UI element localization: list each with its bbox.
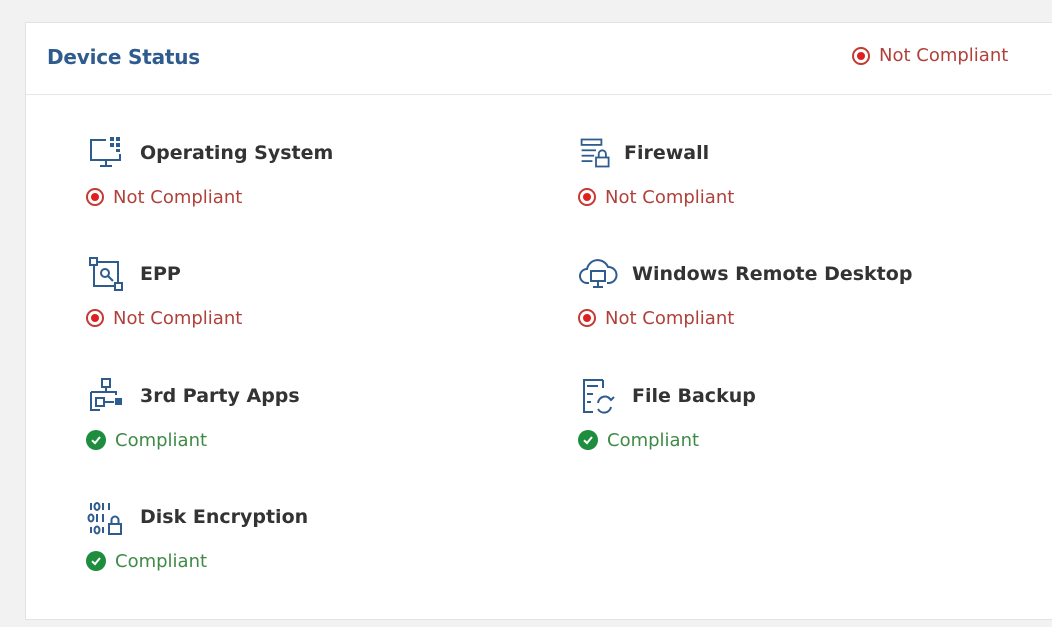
apps-network-icon <box>90 378 122 411</box>
not-compliant-icon <box>86 188 104 206</box>
status-item-firewall: Firewall Not Compliant <box>578 133 734 209</box>
item-status: Compliant <box>86 428 300 452</box>
device-status-card: Device Status Not Compliant Operating Sy… <box>25 22 1052 620</box>
not-compliant-icon <box>578 188 596 206</box>
overall-status-badge: Not Compliant <box>852 45 1008 66</box>
item-label: Operating System <box>140 142 334 164</box>
item-status-text: Not Compliant <box>113 307 243 329</box>
endpoint-protection-icon <box>89 257 123 291</box>
cloud-desktop-icon <box>579 259 618 288</box>
item-status: Not Compliant <box>578 306 912 330</box>
status-item-epp: EPP Not Compliant <box>86 254 242 330</box>
status-item-file-backup: File Backup Compliant <box>578 376 756 452</box>
item-status: Not Compliant <box>86 185 333 209</box>
not-compliant-icon <box>578 309 596 327</box>
card-header: Device Status Not Compliant <box>26 23 1052 95</box>
item-label: Windows Remote Desktop <box>632 263 913 285</box>
item-label: Firewall <box>624 142 710 164</box>
item-status-text: Compliant <box>607 429 700 451</box>
item-status: Not Compliant <box>578 185 734 209</box>
item-status-text: Not Compliant <box>605 307 735 329</box>
item-label: EPP <box>140 263 181 285</box>
compliant-check-icon <box>86 551 106 571</box>
compliant-check-icon <box>86 430 106 450</box>
item-status-text: Not Compliant <box>113 186 243 208</box>
not-compliant-icon <box>852 46 870 65</box>
file-backup-icon <box>583 379 615 414</box>
compliant-check-icon <box>578 430 598 450</box>
item-status-text: Not Compliant <box>605 186 735 208</box>
card-title: Device Status <box>47 45 201 69</box>
binary-lock-icon <box>87 502 122 535</box>
item-status: Compliant <box>86 549 308 573</box>
item-status: Compliant <box>578 428 756 452</box>
firewall-lock-icon <box>580 138 610 168</box>
item-status: Not Compliant <box>86 306 242 330</box>
item-status-text: Compliant <box>115 550 208 572</box>
status-item-3rd-party-apps: 3rd Party Apps Compliant <box>86 376 300 452</box>
monitor-grid-icon <box>90 137 121 167</box>
status-item-windows-remote-desktop: Windows Remote Desktop Not Compliant <box>578 254 912 330</box>
not-compliant-icon <box>86 309 104 327</box>
overall-status-text: Not Compliant <box>879 45 1009 66</box>
item-label: 3rd Party Apps <box>140 385 300 407</box>
status-item-operating-system: Operating System Not Compliant <box>86 133 333 209</box>
item-status-text: Compliant <box>115 429 208 451</box>
item-label: File Backup <box>632 385 756 407</box>
status-item-disk-encryption: Disk Encryption Compliant <box>86 497 308 573</box>
item-label: Disk Encryption <box>140 506 309 528</box>
